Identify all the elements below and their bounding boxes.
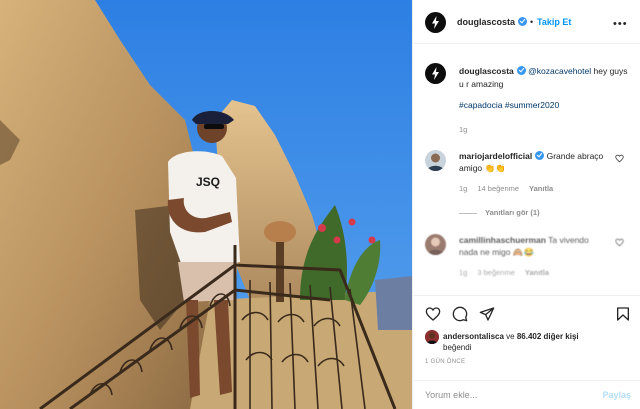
caption-age: 1g	[459, 125, 468, 134]
comment-text: mariojardelofficial Grande abraço amigo …	[459, 150, 609, 174]
follow-button[interactable]: Takip Et	[537, 17, 571, 27]
comment-like-count[interactable]: 14 beğenme	[477, 184, 519, 193]
verified-badge-icon	[516, 66, 526, 75]
comment-username[interactable]: camillinhaschuerman	[459, 235, 546, 245]
avatar-photo	[425, 234, 446, 255]
more-options-icon[interactable]: •••	[613, 19, 628, 30]
author-avatar[interactable]	[425, 12, 446, 33]
add-comment-bar: Paylaş	[413, 380, 640, 409]
likes-text: andersontalisca ve 86.402 diğer kişi beğ…	[443, 331, 633, 353]
view-replies-button[interactable]: Yanıtları gör (1)	[459, 208, 540, 217]
author-username[interactable]: douglascosta	[457, 17, 528, 27]
paper-plane-icon[interactable]	[479, 306, 495, 322]
comment-age: 1g	[459, 268, 468, 277]
comment-meta: 1g 3 beğenme Yanıtla	[459, 268, 549, 277]
comment-meta: 1g 14 beğenme Yanıtla	[459, 184, 553, 193]
likes-suffix: beğendi	[443, 343, 472, 352]
avatar-photo	[425, 150, 446, 171]
post-actions: andersontalisca ve 86.402 diğer kişi beğ…	[413, 295, 640, 385]
reply-button[interactable]: Yanıtla	[525, 268, 549, 277]
reply-button[interactable]: Yanıtla	[529, 184, 553, 193]
comment-username[interactable]: mariojardelofficial	[459, 151, 532, 161]
replies-divider	[459, 212, 477, 214]
likes-connector: ve	[503, 332, 517, 341]
caption-username[interactable]: douglascosta	[459, 66, 514, 76]
verified-badge-icon	[535, 151, 545, 160]
lightning-logo-icon	[432, 16, 439, 29]
comment-text: camillinhaschuerman Ta vivendo nada ne m…	[459, 234, 609, 258]
post-photo[interactable]: JSQ	[0, 0, 412, 409]
post-timestamp: 1 GÜN ÖNCE	[425, 359, 466, 365]
commenter-avatar[interactable]	[425, 234, 446, 255]
commenter-avatar[interactable]	[425, 150, 446, 171]
lightning-logo-icon	[432, 67, 439, 80]
caption-mention[interactable]: @kozacavehotel	[528, 66, 591, 76]
heart-icon[interactable]	[425, 306, 441, 322]
hashtag-link[interactable]: #capadocia #summer2020	[459, 100, 559, 110]
bookmark-icon[interactable]	[615, 306, 631, 322]
verified-badge-icon	[518, 17, 528, 26]
liker-username[interactable]: andersontalisca	[443, 332, 504, 341]
small-heart-icon[interactable]	[615, 154, 624, 163]
likes-count[interactable]: 86.402 diğer kişi	[517, 332, 579, 341]
comment-like-count[interactable]: 3 beğenme	[477, 268, 515, 277]
comment-icon[interactable]	[452, 306, 468, 322]
caption-avatar[interactable]	[425, 63, 446, 84]
post-photo-image: JSQ	[0, 0, 412, 409]
svg-text:JSQ: JSQ	[196, 175, 220, 189]
header-separator: •	[530, 17, 534, 27]
caption-hashtags: #capadocia #summer2020	[459, 100, 559, 110]
author-username-text[interactable]: douglascosta	[457, 17, 515, 27]
avatar-photo	[425, 330, 439, 344]
small-heart-icon[interactable]	[615, 238, 624, 247]
liker-avatar[interactable]	[425, 330, 439, 344]
post-caption: douglascosta @kozacavehotel hey guys u r…	[459, 65, 634, 91]
view-replies-label[interactable]: Yanıtları gör (1)	[485, 208, 540, 217]
post-side-panel: douglascosta • Takip Et ••• douglascosta…	[412, 0, 640, 409]
post-header: douglascosta • Takip Et •••	[413, 0, 640, 44]
comment-age: 1g	[459, 184, 468, 193]
post-comment-button[interactable]: Paylaş	[602, 390, 631, 400]
comment-input[interactable]	[425, 387, 585, 403]
